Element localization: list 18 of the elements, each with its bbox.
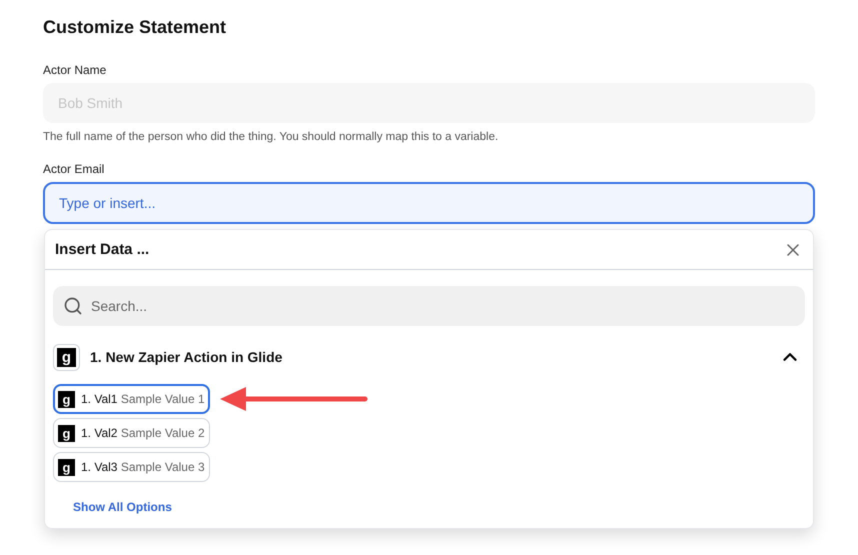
search-field[interactable]: Search... [53, 286, 805, 326]
show-all-options-link[interactable]: Show All Options [73, 498, 172, 516]
data-option[interactable]: g 1. Val1 Sample Value 1 [53, 384, 210, 414]
input-field[interactable]: Type or insert... [43, 182, 815, 224]
app-logo: g [58, 390, 75, 408]
app-logo: g [58, 458, 75, 476]
group-header[interactable]: g 1. New Zapier Action in Glide [53, 342, 805, 372]
search-icon [63, 296, 83, 316]
page-heading: Customize Statement [43, 16, 228, 39]
field-label: Actor Email [43, 161, 106, 178]
app-logo: g [58, 424, 75, 442]
field-hint: The full name of the person who did the thing. You should normally map this to a variable. [43, 130, 500, 145]
popup-title: Insert Data ... [55, 240, 150, 260]
data-option[interactable]: g 1. Val3 Sample Value 3 [53, 452, 210, 482]
field-label: Actor Name [43, 62, 108, 79]
group-title: 1. New Zapier Action in Glide [90, 348, 284, 367]
data-option[interactable]: g 1. Val2 Sample Value 2 [53, 418, 210, 448]
app-logo: g [53, 344, 80, 371]
